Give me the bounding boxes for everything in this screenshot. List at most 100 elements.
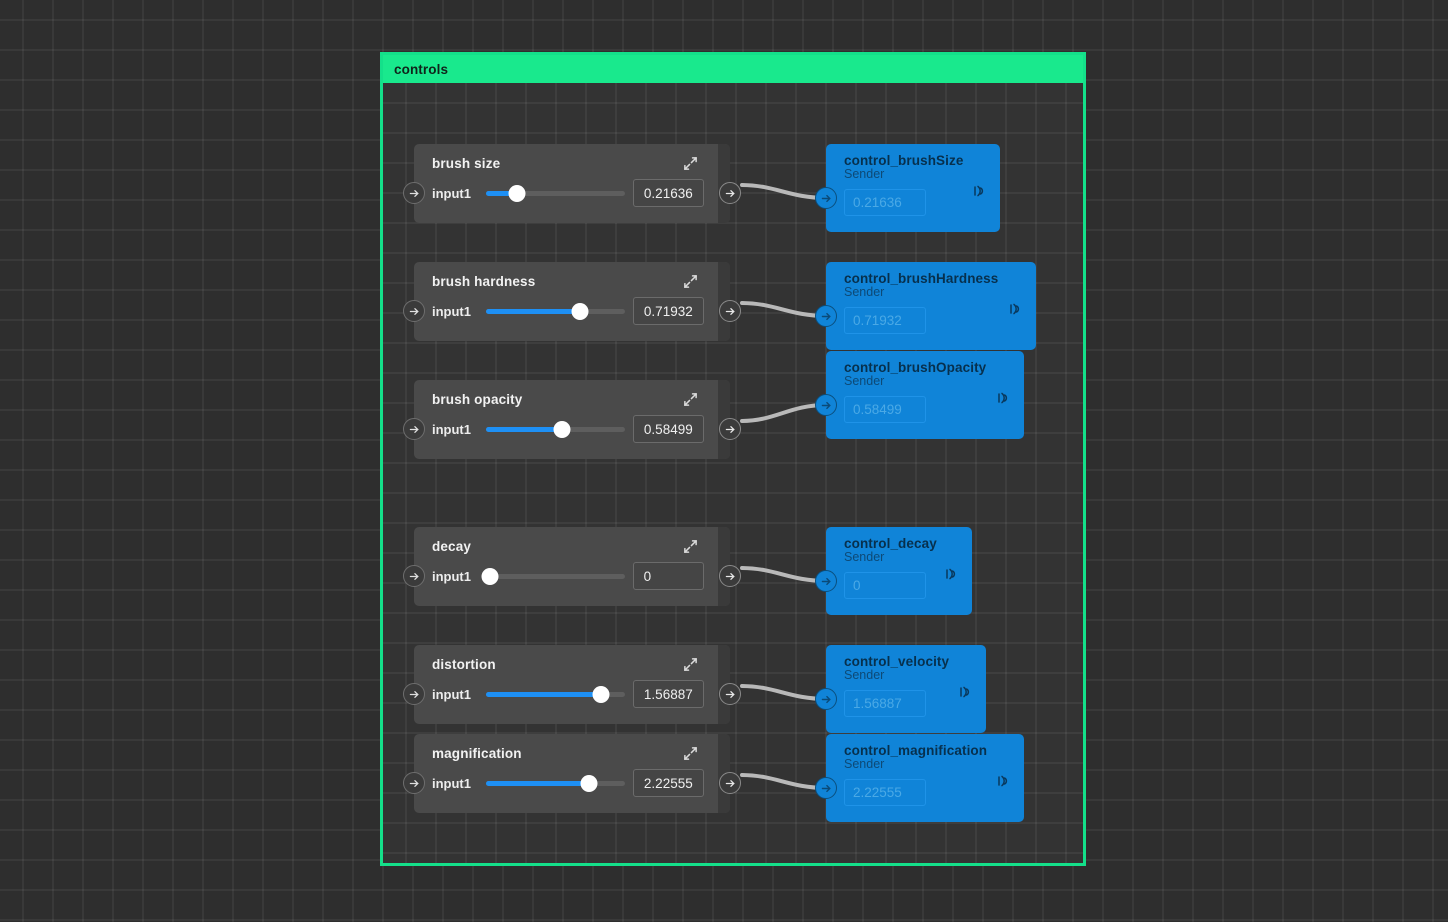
sender-title: control_velocity bbox=[844, 654, 950, 669]
node-slider-brush-hardness[interactable]: brush hardness input1 0.71932 bbox=[403, 262, 741, 341]
value-field-brush-hardness[interactable]: 0.71932 bbox=[632, 297, 704, 325]
arrow-right-icon bbox=[409, 189, 419, 197]
sender-title: control_magnification bbox=[844, 743, 988, 758]
expand-diagonal-icon[interactable] bbox=[683, 156, 698, 171]
port-label-input1: input1 bbox=[432, 303, 471, 319]
node-input-row: input1 0 bbox=[414, 554, 730, 606]
input-port[interactable] bbox=[815, 570, 837, 592]
slider-thumb[interactable] bbox=[481, 567, 499, 585]
port-label-input1: input1 bbox=[432, 421, 471, 437]
expand-diagonal-icon[interactable] bbox=[683, 392, 698, 407]
node-slider-distortion[interactable]: distortion input1 1.56887 bbox=[403, 645, 741, 724]
expand-diagonal-icon[interactable] bbox=[683, 746, 698, 761]
slider-fill bbox=[486, 426, 563, 432]
slider-thumb[interactable] bbox=[592, 685, 610, 703]
node-title: distortion bbox=[432, 657, 496, 672]
port-label-input1: input1 bbox=[432, 185, 471, 201]
sender-subtitle: Sender bbox=[844, 757, 885, 771]
input-port[interactable] bbox=[815, 688, 837, 710]
node-sender-brush-size[interactable]: control_brushSize Sender 0.21636 bbox=[815, 144, 1000, 232]
node-sender-magnification[interactable]: control_magnification Sender 2.22555 bbox=[815, 734, 1024, 822]
input-port[interactable] bbox=[815, 777, 837, 799]
node-header: brush hardness bbox=[414, 262, 730, 289]
input-port[interactable] bbox=[403, 683, 425, 705]
arrow-right-icon bbox=[725, 307, 735, 315]
node-sender-velocity[interactable]: control_velocity Sender 1.56887 bbox=[815, 645, 986, 733]
slider-brush-size[interactable] bbox=[486, 184, 625, 202]
sender-value-field[interactable]: 0 bbox=[844, 572, 926, 599]
expand-diagonal-icon[interactable] bbox=[683, 539, 698, 554]
group-header[interactable]: controls bbox=[383, 55, 1083, 83]
sender-value-field[interactable]: 1.56887 bbox=[844, 690, 926, 717]
arrow-right-icon bbox=[821, 312, 831, 320]
output-port[interactable] bbox=[719, 300, 741, 322]
input-port[interactable] bbox=[403, 565, 425, 587]
slider-thumb[interactable] bbox=[571, 302, 589, 320]
slider-thumb[interactable] bbox=[553, 420, 571, 438]
arrow-right-icon bbox=[409, 307, 419, 315]
node-slider-brush-opacity[interactable]: brush opacity input1 0.58499 bbox=[403, 380, 741, 459]
output-port[interactable] bbox=[719, 772, 741, 794]
input-port[interactable] bbox=[403, 418, 425, 440]
input-port[interactable] bbox=[815, 187, 837, 209]
slider-magnification[interactable] bbox=[486, 774, 625, 792]
output-port[interactable] bbox=[719, 182, 741, 204]
node-header: distortion bbox=[414, 645, 730, 672]
port-label-input1: input1 bbox=[432, 686, 471, 702]
value-field-brush-opacity[interactable]: 0.58499 bbox=[632, 415, 704, 443]
broadcast-icon bbox=[998, 392, 1008, 404]
slider-thumb[interactable] bbox=[580, 774, 598, 792]
group-title: controls bbox=[394, 61, 449, 77]
sender-value-field[interactable]: 2.22555 bbox=[844, 779, 926, 806]
sender-title: control_brushSize bbox=[844, 153, 964, 168]
node-sender-decay[interactable]: control_decay Sender 0 bbox=[815, 527, 972, 615]
input-port[interactable] bbox=[403, 300, 425, 322]
node-title: decay bbox=[432, 539, 472, 554]
arrow-right-icon bbox=[725, 572, 735, 580]
output-port[interactable] bbox=[719, 565, 741, 587]
sender-subtitle: Sender bbox=[844, 668, 885, 682]
input-port[interactable] bbox=[403, 772, 425, 794]
arrow-right-icon bbox=[821, 401, 831, 409]
value-field-brush-size[interactable]: 0.21636 bbox=[632, 179, 704, 207]
slider-distortion[interactable] bbox=[486, 685, 625, 703]
node-sender-brush-hardness[interactable]: control_brushHardness Sender 0.71932 bbox=[815, 262, 1036, 350]
input-port[interactable] bbox=[815, 394, 837, 416]
node-title: brush opacity bbox=[432, 392, 523, 407]
sender-title: control_brushHardness bbox=[844, 271, 999, 286]
arrow-right-icon bbox=[725, 779, 735, 787]
node-header: magnification bbox=[414, 734, 730, 761]
sender-value-field[interactable]: 0.58499 bbox=[844, 396, 926, 423]
input-port[interactable] bbox=[403, 182, 425, 204]
sender-value-field[interactable]: 0.21636 bbox=[844, 189, 926, 216]
value-field-distortion[interactable]: 1.56887 bbox=[632, 680, 704, 708]
slider-brush-hardness[interactable] bbox=[486, 302, 625, 320]
output-port[interactable] bbox=[719, 683, 741, 705]
value-field-magnification[interactable]: 2.22555 bbox=[632, 769, 704, 797]
node-input-row: input1 1.56887 bbox=[414, 672, 730, 724]
arrow-right-icon bbox=[409, 779, 419, 787]
broadcast-icon bbox=[998, 775, 1008, 787]
node-slider-magnification[interactable]: magnification input1 2.22555 bbox=[403, 734, 741, 813]
node-input-row: input1 0.71932 bbox=[414, 289, 730, 341]
slider-fill bbox=[486, 780, 589, 786]
arrow-right-icon bbox=[821, 784, 831, 792]
sender-subtitle: Sender bbox=[844, 285, 885, 299]
expand-diagonal-icon[interactable] bbox=[683, 274, 698, 289]
slider-thumb[interactable] bbox=[508, 184, 525, 202]
output-port[interactable] bbox=[719, 418, 741, 440]
input-port[interactable] bbox=[815, 305, 837, 327]
slider-decay[interactable] bbox=[481, 567, 625, 585]
arrow-right-icon bbox=[725, 690, 735, 698]
arrow-right-icon bbox=[409, 572, 419, 580]
node-sender-brush-opacity[interactable]: control_brushOpacity Sender 0.58499 bbox=[815, 351, 1024, 439]
sender-value-field[interactable]: 0.71932 bbox=[844, 307, 926, 334]
expand-diagonal-icon[interactable] bbox=[683, 657, 698, 672]
node-slider-brush-size[interactable]: brush size input1 0.21636 bbox=[403, 144, 741, 223]
node-header: brush opacity bbox=[414, 380, 730, 407]
arrow-right-icon bbox=[409, 425, 419, 433]
broadcast-icon bbox=[974, 185, 984, 197]
node-slider-decay[interactable]: decay input1 0 bbox=[403, 527, 741, 606]
slider-brush-opacity[interactable] bbox=[486, 420, 625, 438]
value-field-decay[interactable]: 0 bbox=[632, 562, 704, 590]
